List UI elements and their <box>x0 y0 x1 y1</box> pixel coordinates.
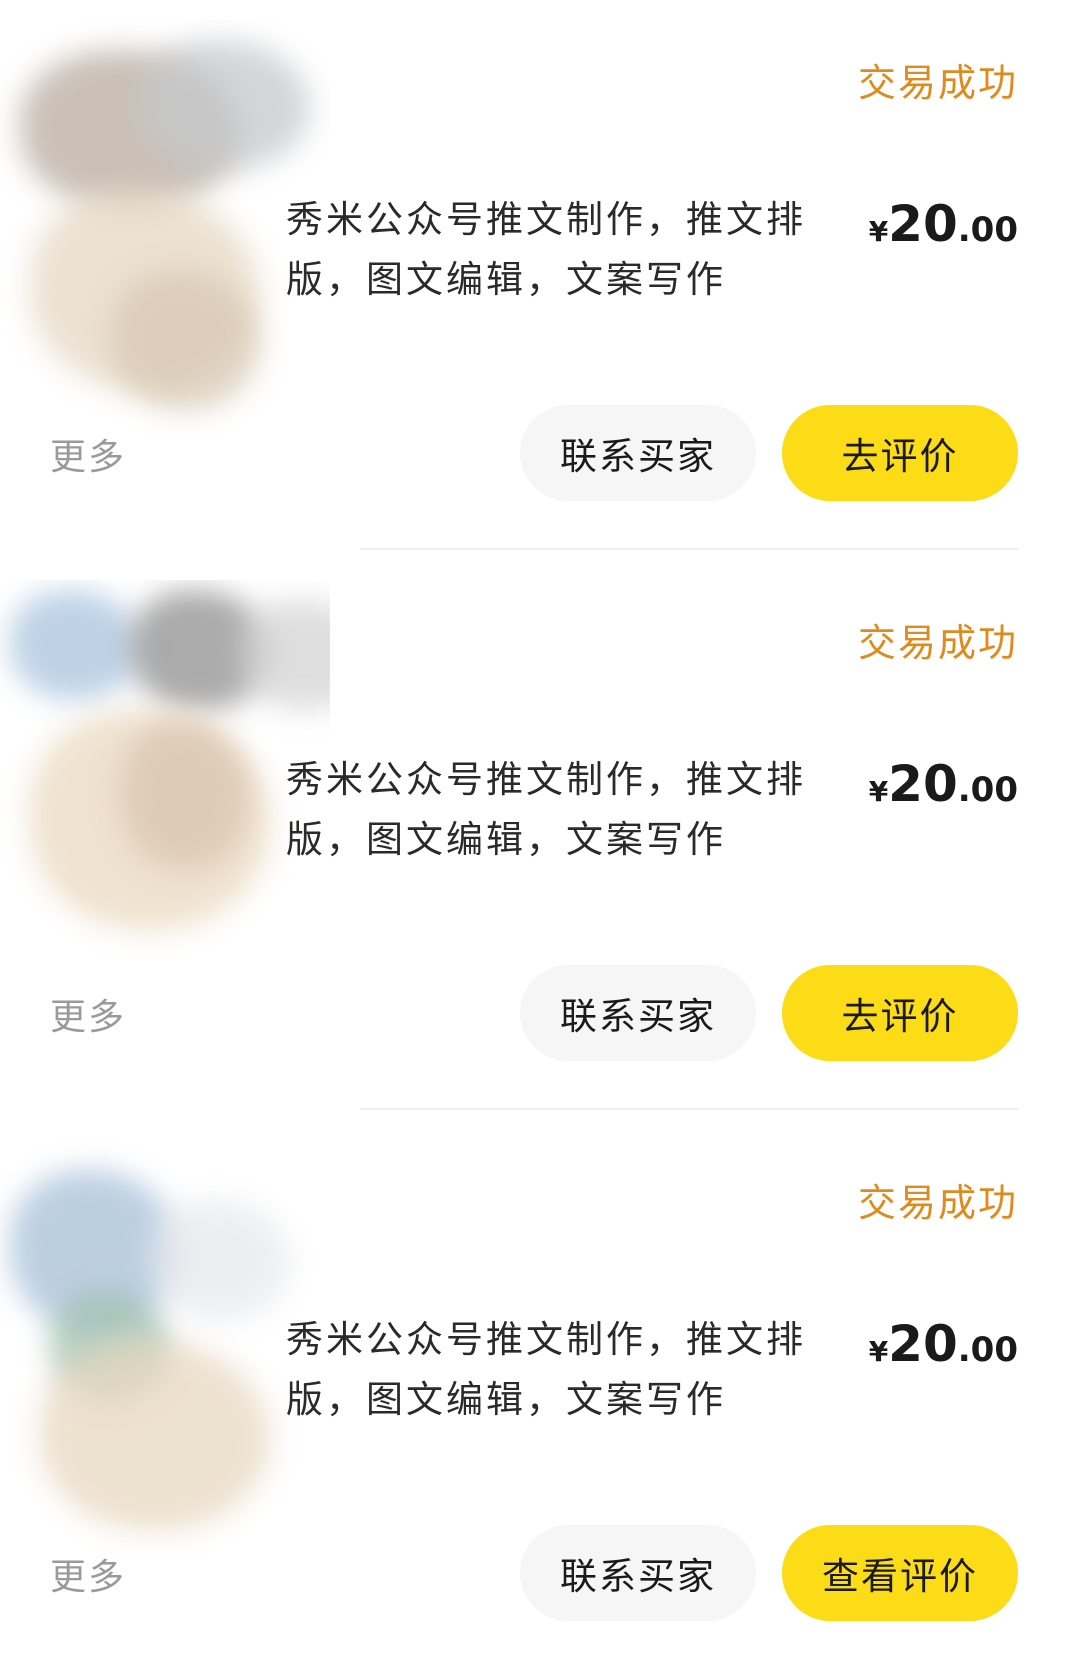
price-decimal: .00 <box>957 770 1018 810</box>
order-status: 交易成功 <box>857 1181 1018 1225</box>
product-thumbnail[interactable] <box>0 20 330 440</box>
product-title[interactable]: 秀米公众号推文制作，推文排版，图文编辑，文案写作 <box>286 190 826 310</box>
order-card[interactable]: 交易成功 秀米公众号推文制作，推文排版，图文编辑，文案写作 ¥20.00 更多 … <box>0 560 1080 1120</box>
product-title[interactable]: 秀米公众号推文制作，推文排版，图文编辑，文案写作 <box>286 1310 826 1430</box>
product-thumbnail[interactable] <box>0 1140 330 1560</box>
price-decimal: .00 <box>957 1330 1018 1370</box>
price: ¥20.00 <box>869 1315 1018 1373</box>
price-decimal: .00 <box>957 210 1018 250</box>
divider <box>360 548 1018 550</box>
price: ¥20.00 <box>869 755 1018 813</box>
order-status: 交易成功 <box>857 621 1018 665</box>
more-button[interactable]: 更多 <box>50 988 126 1040</box>
price-integer: 20 <box>888 1315 958 1373</box>
view-review-button[interactable]: 查看评价 <box>782 1525 1018 1621</box>
product-title[interactable]: 秀米公众号推文制作，推文排版，图文编辑，文案写作 <box>286 750 826 870</box>
product-thumbnail[interactable] <box>0 580 330 1000</box>
currency-symbol: ¥ <box>868 1335 889 1368</box>
order-list: 交易成功 秀米公众号推文制作，推文排版，图文编辑，文案写作 ¥20.00 更多 … <box>0 0 1080 1678</box>
currency-symbol: ¥ <box>868 215 889 248</box>
divider <box>360 1108 1018 1110</box>
review-button[interactable]: 去评价 <box>782 405 1018 501</box>
order-card[interactable]: 交易成功 秀米公众号推文制作，推文排版，图文编辑，文案写作 ¥20.00 更多 … <box>0 1120 1080 1678</box>
price-integer: 20 <box>888 755 958 813</box>
currency-symbol: ¥ <box>868 775 889 808</box>
contact-buyer-button[interactable]: 联系买家 <box>520 405 756 501</box>
price: ¥20.00 <box>869 195 1018 253</box>
order-card[interactable]: 交易成功 秀米公众号推文制作，推文排版，图文编辑，文案写作 ¥20.00 更多 … <box>0 0 1080 560</box>
price-integer: 20 <box>888 195 958 253</box>
order-status: 交易成功 <box>857 61 1018 105</box>
more-button[interactable]: 更多 <box>50 1548 126 1600</box>
contact-buyer-button[interactable]: 联系买家 <box>520 965 756 1061</box>
more-button[interactable]: 更多 <box>50 428 126 480</box>
contact-buyer-button[interactable]: 联系买家 <box>520 1525 756 1621</box>
review-button[interactable]: 去评价 <box>782 965 1018 1061</box>
